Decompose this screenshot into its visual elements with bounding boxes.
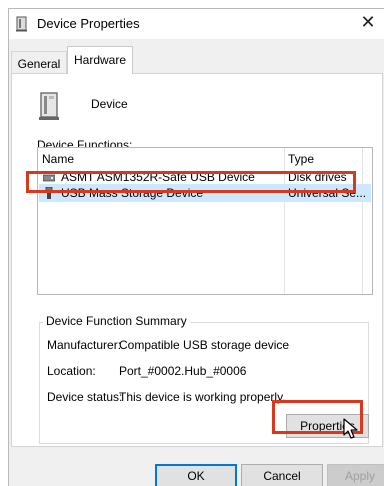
- device-icon: [16, 16, 27, 32]
- mouse-cursor-icon: [343, 418, 358, 439]
- tab-hardware[interactable]: Hardware: [67, 46, 133, 74]
- device-status-label: Device status:: [47, 390, 123, 404]
- device-name: Device: [91, 97, 128, 111]
- manufacturer-value: Compatible USB storage device: [119, 338, 290, 352]
- device-icon: [39, 92, 59, 120]
- device-functions-list[interactable]: Name Type ASMT ASM1352R-Safe USB Device …: [37, 147, 373, 295]
- column-header-name[interactable]: Name: [42, 148, 75, 170]
- ok-button[interactable]: OK: [155, 464, 237, 486]
- tab-general-label: General: [17, 57, 61, 71]
- cancel-button[interactable]: Cancel: [241, 464, 323, 486]
- manufacturer-label: Manufacturer:: [47, 338, 122, 352]
- location-value: Port_#0002.Hub_#0006: [119, 364, 247, 378]
- tab-general[interactable]: General: [11, 51, 67, 73]
- device-status-value: This device is working properly.: [119, 390, 286, 404]
- window-title: Device Properties: [37, 16, 140, 31]
- summary-title: Device Function Summary: [43, 314, 190, 328]
- title-bar: Device Properties ✕: [9, 9, 384, 39]
- selection-highlight-annotation: [26, 171, 356, 193]
- column-header-type[interactable]: Type: [288, 148, 315, 170]
- location-label: Location:: [47, 364, 96, 378]
- close-button[interactable]: ✕: [351, 9, 384, 39]
- tab-hardware-label: Hardware: [73, 53, 127, 67]
- apply-button[interactable]: Apply: [327, 464, 384, 486]
- close-icon: ✕: [360, 12, 376, 33]
